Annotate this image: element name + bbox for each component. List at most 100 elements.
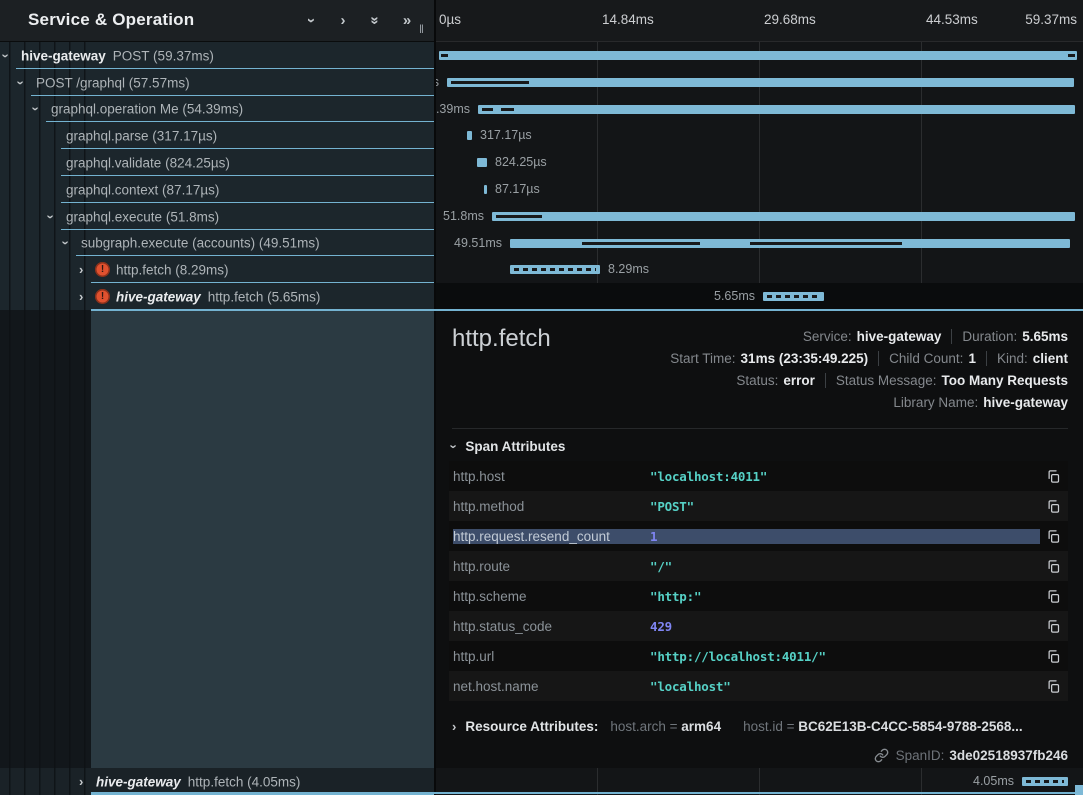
span-attributes-toggle[interactable]: ›Span Attributes (452, 439, 565, 454)
chevron-down-icon[interactable]: › (0, 53, 13, 57)
copy-icon[interactable] (1040, 523, 1066, 549)
span-tree-row[interactable]: ›! http.fetch (8.29ms) (0, 256, 435, 283)
meta-divider (951, 329, 952, 344)
copy-icon[interactable] (1040, 583, 1066, 609)
timeline-row[interactable]: 51.8ms (435, 203, 1083, 230)
span-duration-bar[interactable] (439, 51, 1077, 60)
span-label: graphql.parse (317.17µs) (66, 128, 217, 143)
double-chevron-right-icon[interactable]: » (396, 12, 418, 29)
panel-divider[interactable] (434, 0, 436, 795)
timeline-row[interactable]: 5.65ms (435, 283, 1083, 310)
meta-label: Start Time: (670, 351, 735, 366)
panel-resize-handle[interactable]: ‖ (419, 22, 425, 36)
span-duration-bar[interactable] (510, 239, 1070, 248)
scrollbar-thumb[interactable] (1075, 785, 1083, 795)
chevron-down-icon[interactable]: › (30, 107, 43, 111)
timeline-panel: 57.57ms54.39ms 317.17µs 824.25µs87.17µs 51.… (435, 0, 1083, 795)
span-duration-bar[interactable] (477, 158, 487, 167)
span-duration-bar[interactable] (1022, 777, 1068, 786)
span-duration-bar[interactable] (763, 292, 824, 301)
attribute-value: "http://localhost:4011/" (650, 649, 1040, 664)
span-duration-bar[interactable] (467, 131, 472, 140)
operation-name: http.fetch (8.29ms) (116, 262, 229, 277)
attribute-key: http.scheme (453, 589, 650, 604)
span-tree-row[interactable]: ›hive-gatewayPOST (59.37ms) (0, 42, 435, 69)
chevron-right-icon[interactable]: › (79, 775, 83, 788)
double-chevron-down-icon[interactable]: » (364, 12, 386, 29)
bar-duration-label: 51.8ms (443, 209, 484, 223)
chevron-down-icon[interactable]: › (60, 241, 73, 245)
copy-icon[interactable] (1040, 643, 1066, 669)
span-tree-row[interactable]: graphql.context (87.17µs) (0, 176, 435, 203)
copy-icon[interactable] (1040, 463, 1066, 489)
copy-icon[interactable] (1040, 493, 1066, 519)
span-tree-row[interactable]: graphql.validate (824.25µs) (0, 149, 435, 176)
child-span-mark (451, 81, 529, 84)
span-detail-panel: http.fetch Service:hive-gatewayDuration:… (435, 311, 1083, 768)
chevron-down-icon[interactable]: › (45, 214, 58, 218)
span-duration-bar[interactable] (478, 105, 1075, 114)
timeline-row[interactable]: 4.05ms (435, 768, 1083, 795)
copy-icon[interactable] (1040, 673, 1066, 699)
double-chevron-down-icon-glyph: » (367, 16, 384, 24)
resource-value: arm64 (681, 719, 721, 734)
axis-tick-label: 44.53ms (926, 12, 978, 27)
chevron-down-icon[interactable]: › (300, 12, 322, 29)
bar-duration-label: 4.05ms (973, 774, 1014, 788)
span-duration-bar[interactable] (492, 212, 1075, 221)
attribute-key: http.host (453, 469, 650, 484)
span-duration-bar[interactable] (484, 185, 487, 194)
child-span-mark (582, 242, 700, 245)
chevron-right-icon[interactable]: › (79, 263, 83, 276)
copy-icon[interactable] (1040, 613, 1066, 639)
span-label: graphql.validate (824.25µs) (66, 155, 230, 170)
span-tree-row[interactable]: ›! hive-gatewayhttp.fetch (5.65ms) (0, 283, 435, 310)
span-label: hive-gatewayhttp.fetch (5.65ms) (116, 289, 320, 304)
operation-name: graphql.execute (51.8ms) (66, 209, 219, 224)
span-label: http.fetch (8.29ms) (116, 262, 229, 277)
resource-attributes-row[interactable]: › Resource Attributes: host.arch = arm64… (452, 713, 1068, 739)
error-icon: ! (95, 289, 110, 304)
resource-key: host.id (743, 719, 783, 734)
resource-attributes-entries: host.arch = arm64host.id = BC62E13B-C4CC… (610, 719, 1022, 734)
chevron-right-icon[interactable]: › (79, 290, 83, 303)
meta-value: client (1033, 351, 1068, 366)
meta-value: error (783, 373, 815, 388)
span-tree-row[interactable]: ›hive-gatewayhttp.fetch (4.05ms) (0, 768, 435, 795)
chevron-down-icon-glyph: › (303, 18, 320, 23)
meta-divider (878, 351, 879, 366)
span-tree-row[interactable]: ›subgraph.execute (accounts) (49.51ms) (0, 230, 435, 256)
timeline-row[interactable]: 54.39ms (435, 96, 1083, 122)
attribute-row: http.host"localhost:4011" (449, 461, 1068, 491)
chevron-right-icon[interactable]: › (332, 12, 354, 29)
bar-duration-label: 317.17µs (480, 128, 532, 142)
timeline-row[interactable]: 57.57ms (435, 69, 1083, 96)
chevron-right-icon-glyph: › (341, 12, 346, 29)
timeline-row[interactable]: 49.51ms (435, 230, 1083, 256)
span-tree-row[interactable]: › graphql.execute (51.8ms) (0, 203, 435, 230)
span-duration-bar[interactable] (447, 78, 1074, 87)
link-icon[interactable] (874, 748, 889, 763)
timeline-row[interactable] (435, 42, 1083, 69)
attribute-value: "/" (650, 559, 1040, 574)
bottom-row-border (91, 792, 1083, 794)
error-icon: ! (95, 262, 110, 277)
meta-value: 1 (968, 351, 976, 366)
timeline-row[interactable]: 87.17µs (435, 176, 1083, 203)
span-tree-row[interactable]: ›graphql.operation Me (54.39ms) (0, 96, 435, 122)
span-duration-bar[interactable] (510, 265, 600, 274)
attribute-key: http.request.resend_count (453, 529, 650, 544)
timeline-row[interactable]: 317.17µs (435, 122, 1083, 149)
timeline-row[interactable]: 8.29ms (435, 256, 1083, 283)
chevron-down-icon[interactable]: › (15, 80, 28, 84)
span-tree-row[interactable]: graphql.parse (317.17µs) (0, 122, 435, 149)
attribute-row: http.route"/" (449, 551, 1068, 581)
attribute-value: "http:" (650, 589, 1040, 604)
attribute-key: http.route (453, 559, 650, 574)
span-tree-row[interactable]: ›POST /graphql (57.57ms) (0, 69, 435, 96)
copy-icon[interactable] (1040, 553, 1066, 579)
child-span-mark (501, 108, 514, 111)
meta-value: hive-gateway (983, 395, 1068, 410)
meta-divider (825, 373, 826, 388)
timeline-row[interactable]: 824.25µs (435, 149, 1083, 176)
